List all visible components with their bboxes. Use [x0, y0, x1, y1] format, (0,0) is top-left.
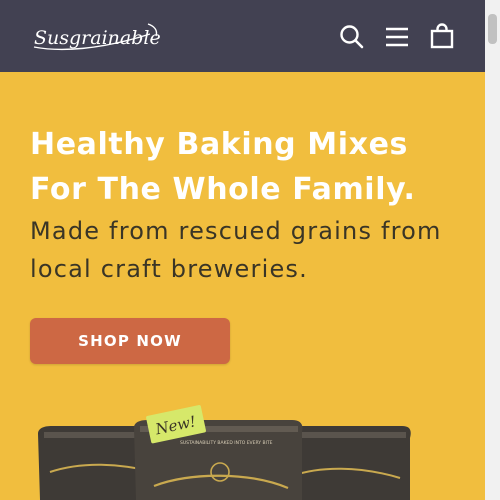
- hero-title-line: For The Whole Family.: [30, 172, 416, 207]
- page-scrollbar[interactable]: [485, 0, 500, 500]
- cart-bag-icon: [430, 23, 454, 49]
- page-viewport: Susgrainable Healthy Baking Mixes For Th…: [0, 0, 485, 500]
- hero-banner: Healthy Baking Mixes For The Whole Famil…: [0, 72, 485, 500]
- shop-now-button[interactable]: SHOP NOW: [30, 318, 230, 364]
- logo-wordmark-text: Susgrainable: [34, 27, 161, 49]
- product-image: SUSTAINABILITY BAKED INTO EVERY BITE New…: [30, 402, 420, 500]
- product-label-text: SUSTAINABILITY BAKED INTO EVERY BITE: [180, 440, 273, 446]
- logo-wordmark-icon: Susgrainable: [33, 23, 161, 51]
- cart-button[interactable]: [427, 22, 457, 52]
- hamburger-menu-icon: [386, 27, 408, 47]
- site-header: Susgrainable: [0, 0, 485, 72]
- menu-button[interactable]: [382, 22, 412, 52]
- search-button[interactable]: [337, 22, 367, 52]
- hero-subtitle-line: local craft breweries.: [30, 255, 308, 283]
- hero-subtitle: Made from rescued grains from local craf…: [30, 212, 470, 288]
- search-icon: [340, 25, 364, 49]
- hero-subtitle-line: Made from rescued grains from: [30, 217, 442, 245]
- logo-link[interactable]: Susgrainable: [30, 14, 162, 56]
- scrollbar-thumb[interactable]: [488, 14, 497, 44]
- hero-title-line: Healthy Baking Mixes: [30, 127, 408, 162]
- hero-title: Healthy Baking Mixes For The Whole Famil…: [30, 122, 470, 212]
- baking-mix-bags-image: SUSTAINABILITY BAKED INTO EVERY BITE New…: [38, 405, 411, 500]
